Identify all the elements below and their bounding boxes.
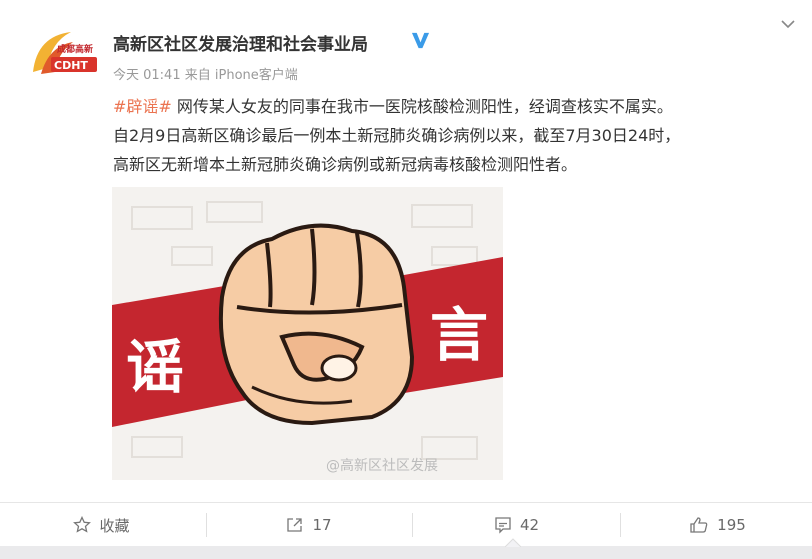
repost-button[interactable]: 17 xyxy=(209,503,409,547)
like-button[interactable]: 195 xyxy=(623,503,812,547)
like-count: 195 xyxy=(717,516,746,534)
action-divider xyxy=(620,513,621,537)
post-text-line-3: 高新区无新增本土新冠肺炎确诊病例或新冠病毒核酸检测阳性者。 xyxy=(113,155,578,174)
action-divider xyxy=(206,513,207,537)
repost-icon xyxy=(287,518,303,532)
comment-count: 42 xyxy=(519,516,540,534)
weibo-post-card: 成都高新 CDHT 高新区社区发展治理和社会事业局 今天 01:41 来自 iP… xyxy=(0,0,812,502)
image-char-left: 谣 xyxy=(126,333,184,401)
favorite-label: 收藏 xyxy=(99,516,130,535)
avatar-logo-text-top: 成都高新 xyxy=(57,43,93,55)
hashtag-link[interactable]: #辟谣# xyxy=(113,97,172,116)
like-icon xyxy=(690,517,708,533)
comment-icon xyxy=(495,517,511,534)
post-meta: 今天 01:41 来自 iPhone客户端 xyxy=(113,64,298,83)
post-text-line-2: 自2月9日高新区确诊最后一例本土新冠肺炎确诊病例以来，截至7月30日24时， xyxy=(113,126,681,145)
post-text-line-1: #辟谣# 网传某人女友的同事在我市一医院核酸检测阳性，经调查核实不属实。 xyxy=(113,92,803,121)
chevron-down-icon[interactable] xyxy=(780,18,796,30)
action-bar: 收藏 17 42 195 xyxy=(0,502,812,546)
author-name[interactable]: 高新区社区发展治理和社会事业局 xyxy=(113,30,368,55)
author-avatar[interactable]: 成都高新 CDHT xyxy=(27,28,99,80)
image-watermark: @高新区社区发展 xyxy=(326,458,438,474)
verified-icon xyxy=(411,32,430,49)
post-text: #辟谣# 网传某人女友的同事在我市一医院核酸检测阳性，经调查核实不属实。 自2月… xyxy=(113,92,803,179)
post-source: 来自 iPhone客户端 xyxy=(184,68,298,83)
comment-caret xyxy=(505,538,521,547)
action-divider xyxy=(412,513,413,537)
fist-rumor-illustration: 谣 言 xyxy=(112,187,503,480)
post-timestamp[interactable]: 今天 01:41 xyxy=(113,68,181,83)
post-image[interactable]: 谣 言 xyxy=(112,187,503,480)
avatar-logo-text-bottom: CDHT xyxy=(54,59,88,72)
favorite-button[interactable]: 收藏 xyxy=(0,503,203,547)
post-text-line-1-body: 网传某人女友的同事在我市一医院核酸检测阳性，经调查核实不属实。 xyxy=(171,97,673,116)
star-icon xyxy=(73,516,92,533)
repost-count: 17 xyxy=(312,516,332,534)
image-char-right: 言 xyxy=(430,301,488,369)
